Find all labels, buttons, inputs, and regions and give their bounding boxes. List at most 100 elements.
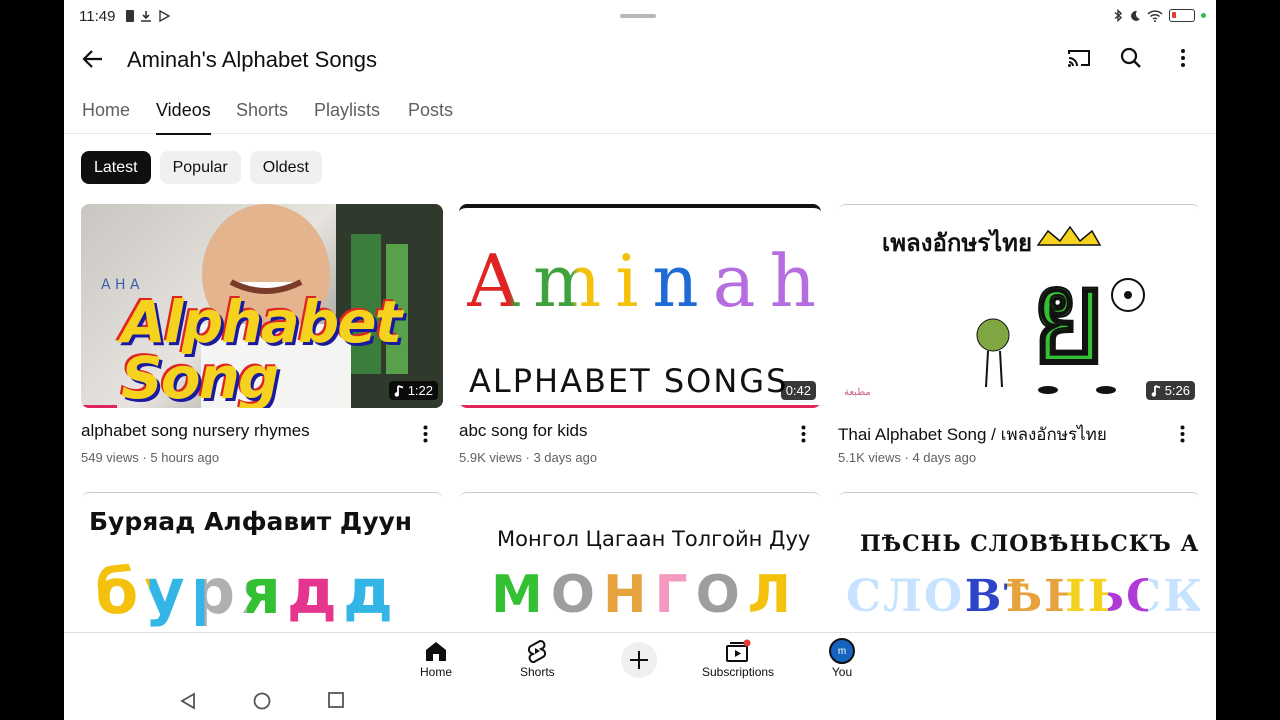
drag-handle[interactable] <box>620 14 656 18</box>
tab-posts[interactable]: Posts <box>408 100 453 133</box>
plus-icon <box>630 651 648 669</box>
tab-shorts[interactable]: Shorts <box>236 100 288 133</box>
sim-icon <box>126 10 134 22</box>
duration-badge: 0:42 <box>780 381 816 400</box>
music-note-icon <box>1151 384 1160 397</box>
thumbnail-text: Alphabet Song <box>121 288 402 408</box>
triangle-back-icon <box>180 692 195 710</box>
thumbnail-letters: СЛОВѢНЬСКЪ <box>846 571 1200 622</box>
video-title[interactable]: alphabet song nursery rhymes <box>81 421 310 441</box>
video-meta: 549 views · 5 hours ago <box>81 450 219 465</box>
video-card[interactable]: ПѢСНЬ СЛОВѢНЬСКЪ АЗЪБУКЫ СЛОВѢНЬСКЪ <box>838 492 1200 696</box>
avatar: m <box>829 638 855 664</box>
square-recents-icon <box>328 692 344 708</box>
nav-subscriptions[interactable]: Subscriptions <box>702 637 774 679</box>
video-more-button[interactable] <box>1172 422 1192 446</box>
status-bar: 11:49 <box>64 0 1216 34</box>
play-store-icon <box>159 10 170 22</box>
view-count: 5.9K views <box>459 450 522 465</box>
status-notification-icons <box>126 10 170 22</box>
duration-badge: 1:22 <box>388 381 438 400</box>
video-card[interactable]: เพลงอักษรไทย مطبعة ย 5:26 Thai Alphabet … <box>838 204 1200 479</box>
upload-age: 4 days ago <box>912 450 977 465</box>
video-meta: 5.1K views · 4 days ago <box>838 450 976 465</box>
video-more-button[interactable] <box>793 422 813 446</box>
channel-tabs: Home Videos Shorts Playlists Posts <box>64 86 1216 135</box>
nav-you-label: You <box>831 665 853 679</box>
more-vertical-icon <box>1180 425 1184 443</box>
thumbnail-letters: бурядд <box>95 555 400 628</box>
view-count: 5.1K views <box>838 450 901 465</box>
bluetooth-icon <box>1114 9 1123 22</box>
tab-playlists[interactable]: Playlists <box>314 100 380 133</box>
nav-you[interactable]: m You <box>829 637 855 679</box>
channel-app-bar: Aminah's Alphabet Songs <box>64 34 1216 84</box>
cast-button[interactable] <box>1066 44 1092 72</box>
bottom-navigation: Home Shorts Subscriptions m You <box>64 632 1216 682</box>
nav-subscriptions-label: Subscriptions <box>702 665 775 679</box>
back-button[interactable] <box>80 46 106 72</box>
sort-chips: Latest Popular Oldest <box>81 151 322 184</box>
video-meta: 5.9K views · 3 days ago <box>459 450 597 465</box>
moon-icon <box>1131 10 1140 21</box>
video-more-button[interactable] <box>415 422 435 446</box>
status-system-icons <box>1114 9 1206 22</box>
more-vertical-icon <box>801 425 805 443</box>
create-button[interactable] <box>621 642 657 678</box>
thumbnail-text: Монгол Цагаан Толгойн Дуу <box>497 527 811 551</box>
nav-shorts-label: Shorts <box>520 665 555 679</box>
home-icon <box>426 642 446 661</box>
thumbnail-text: ПѢСНЬ СЛОВѢНЬСКЪ АЗЪБУКЫ <box>860 531 1200 557</box>
thumbnail-logo: Aminah's <box>467 226 821 336</box>
svg-text:مطبعة: مطبعة <box>844 387 871 398</box>
tab-videos[interactable]: Videos <box>156 100 211 135</box>
video-card[interactable]: Буряад Алфавит Дуун бурядд <box>81 492 443 696</box>
more-options-button[interactable] <box>1170 44 1196 72</box>
music-note-icon <box>394 384 403 397</box>
cast-icon <box>1068 50 1090 67</box>
thumbnail-letter: ย <box>1029 241 1107 393</box>
meta-separator: · <box>525 450 530 465</box>
thumbnail-text: ALPHABET SONGS <box>469 362 789 400</box>
more-vertical-icon <box>1181 49 1185 67</box>
app-screen: 11:49 Aminah's Alphabet Songs Home Video… <box>64 0 1216 720</box>
nav-shorts[interactable]: Shorts <box>520 637 555 679</box>
system-back-button[interactable] <box>180 692 196 715</box>
video-thumbnail[interactable]: A H A Alphabet Song 1:22 <box>81 204 443 408</box>
search-button[interactable] <box>1118 44 1144 72</box>
video-card[interactable]: Монгол Цагаан Толгойн Дуу МОНГОЛ <box>459 492 821 696</box>
chip-popular[interactable]: Popular <box>159 151 241 184</box>
system-recents-button[interactable] <box>328 692 344 713</box>
duration-text: 0:42 <box>785 383 811 398</box>
video-thumbnail[interactable]: Aminah's ALPHABET SONGS 0:42 <box>459 204 821 408</box>
video-card[interactable]: A H A Alphabet Song 1:22 alphabet song n… <box>81 204 443 479</box>
thumbnail-letters: МОНГОЛ <box>491 565 799 625</box>
thumbnail-image: مطبعة <box>844 225 1145 398</box>
duration-text: 1:22 <box>407 383 433 398</box>
view-count: 549 views <box>81 450 139 465</box>
watch-progress-bar <box>459 405 821 408</box>
privacy-indicator-icon <box>1201 13 1206 18</box>
download-icon <box>141 11 151 22</box>
tab-home[interactable]: Home <box>82 100 130 133</box>
watch-progress-bar <box>81 405 117 408</box>
video-card[interactable]: Aminah's ALPHABET SONGS 0:42 abc song fo… <box>459 204 821 479</box>
system-home-button[interactable] <box>253 692 271 715</box>
video-title[interactable]: abc song for kids <box>459 421 588 441</box>
arrow-left-icon <box>82 50 102 68</box>
duration-badge: 5:26 <box>1145 381 1195 400</box>
meta-separator: · <box>142 450 147 465</box>
circle-home-icon <box>253 692 271 710</box>
chip-oldest[interactable]: Oldest <box>249 151 322 184</box>
video-thumbnail[interactable]: เพลงอักษรไทย مطبعة ย 5:26 <box>838 204 1200 408</box>
system-navigation-bar <box>64 682 1216 720</box>
upload-age: 3 days ago <box>533 450 598 465</box>
shorts-icon <box>528 640 547 663</box>
search-icon <box>1120 47 1141 68</box>
chip-latest[interactable]: Latest <box>81 151 151 184</box>
nav-home[interactable]: Home <box>420 637 452 679</box>
status-time: 11:49 <box>79 8 116 25</box>
duration-text: 5:26 <box>1164 383 1190 398</box>
video-title[interactable]: Thai Alphabet Song / เพลงอักษรไทย <box>838 421 1107 448</box>
wifi-icon <box>1147 9 1163 22</box>
